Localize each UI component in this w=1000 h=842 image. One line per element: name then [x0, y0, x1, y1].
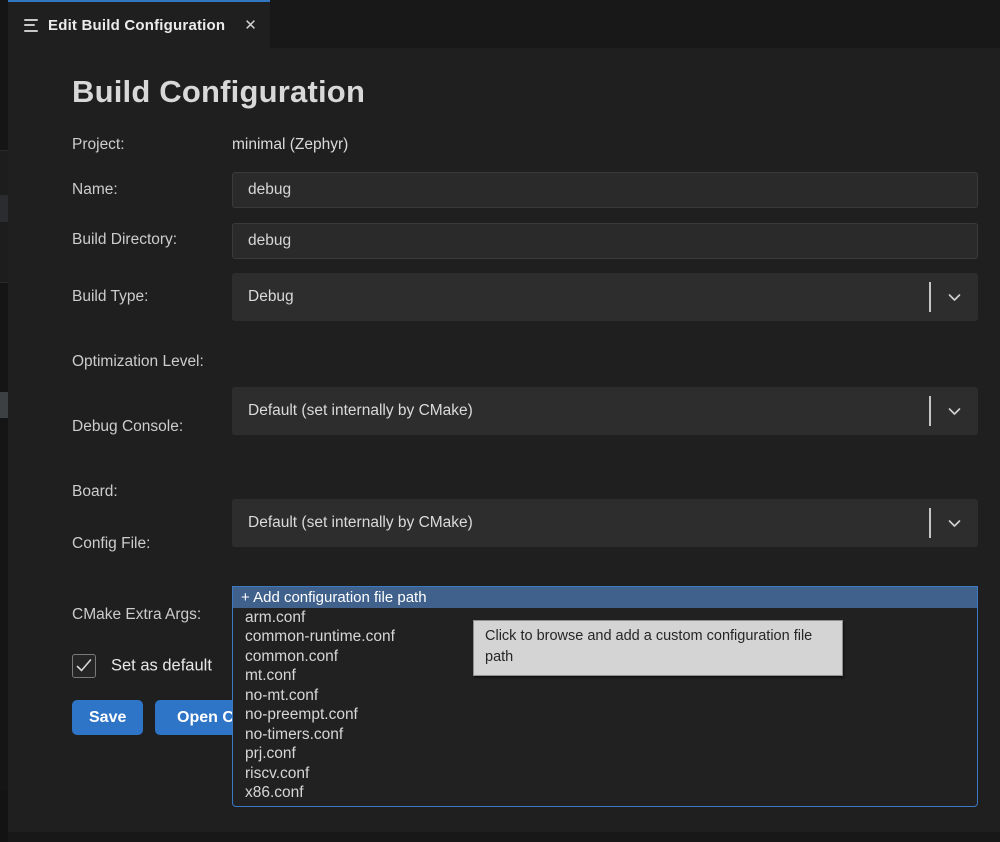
build-type-select[interactable]: Debug	[232, 273, 978, 321]
sidebar-strip-segment	[0, 195, 8, 222]
project-label: Project:	[72, 136, 125, 154]
name-input[interactable]	[232, 172, 978, 208]
debug-console-select[interactable]: Default (set internally by CMake)	[232, 499, 978, 547]
tab-edit-build-configuration[interactable]: Edit Build Configuration ✕	[8, 0, 270, 48]
save-button[interactable]: Save	[72, 700, 143, 735]
debug-console-label: Debug Console:	[72, 418, 183, 436]
browse-tooltip: Click to browse and add a custom configu…	[473, 620, 843, 676]
select-divider	[929, 282, 931, 312]
sidebar-strip-segment	[0, 222, 8, 283]
sidebar-strip-segment	[0, 392, 8, 418]
build-type-value: Debug	[248, 288, 294, 306]
tab-close-icon[interactable]: ✕	[244, 18, 257, 33]
bottom-band	[8, 832, 1000, 842]
editor-tab-bar: Edit Build Configuration ✕	[8, 0, 1000, 48]
select-divider	[929, 508, 931, 538]
config-file-option[interactable]: no-mt.conf	[233, 686, 977, 706]
config-file-option[interactable]: no-timers.conf	[233, 725, 977, 745]
board-label: Board:	[72, 483, 118, 501]
config-file-option[interactable]: riscv.conf	[233, 764, 977, 784]
build-directory-label: Build Directory:	[72, 231, 177, 249]
config-file-option[interactable]: no-preempt.conf	[233, 706, 977, 726]
set-as-default-label[interactable]: Set as default	[111, 657, 212, 676]
chevron-down-icon	[946, 403, 963, 420]
select-divider	[929, 396, 931, 426]
page-title: Build Configuration	[72, 74, 365, 110]
optimization-level-label: Optimization Level:	[72, 353, 204, 371]
optimization-level-select[interactable]: Default (set internally by CMake)	[232, 387, 978, 435]
build-type-label: Build Type:	[72, 288, 148, 306]
add-configuration-file-path-option[interactable]: + Add configuration file path	[233, 587, 977, 608]
collapsed-sidebar-strip	[0, 0, 8, 842]
debug-console-value: Default (set internally by CMake)	[248, 514, 473, 532]
config-file-option[interactable]: x86.conf	[233, 784, 977, 804]
cmake-extra-args-label: CMake Extra Args:	[72, 606, 201, 624]
config-file-label: Config File:	[72, 535, 150, 553]
chevron-down-icon	[946, 515, 963, 532]
settings-list-icon	[24, 19, 39, 32]
project-value: minimal (Zephyr)	[232, 145, 978, 163]
chevron-down-icon	[946, 289, 963, 306]
optimization-level-value: Default (set internally by CMake)	[248, 402, 473, 420]
sidebar-strip-segment	[0, 150, 8, 196]
set-as-default-checkbox[interactable]	[72, 654, 96, 678]
name-label: Name:	[72, 181, 118, 199]
config-file-option[interactable]: prj.conf	[233, 745, 977, 765]
sidebar-strip-segment	[0, 790, 8, 842]
build-directory-input[interactable]	[232, 223, 978, 259]
tab-title: Edit Build Configuration	[48, 17, 225, 34]
